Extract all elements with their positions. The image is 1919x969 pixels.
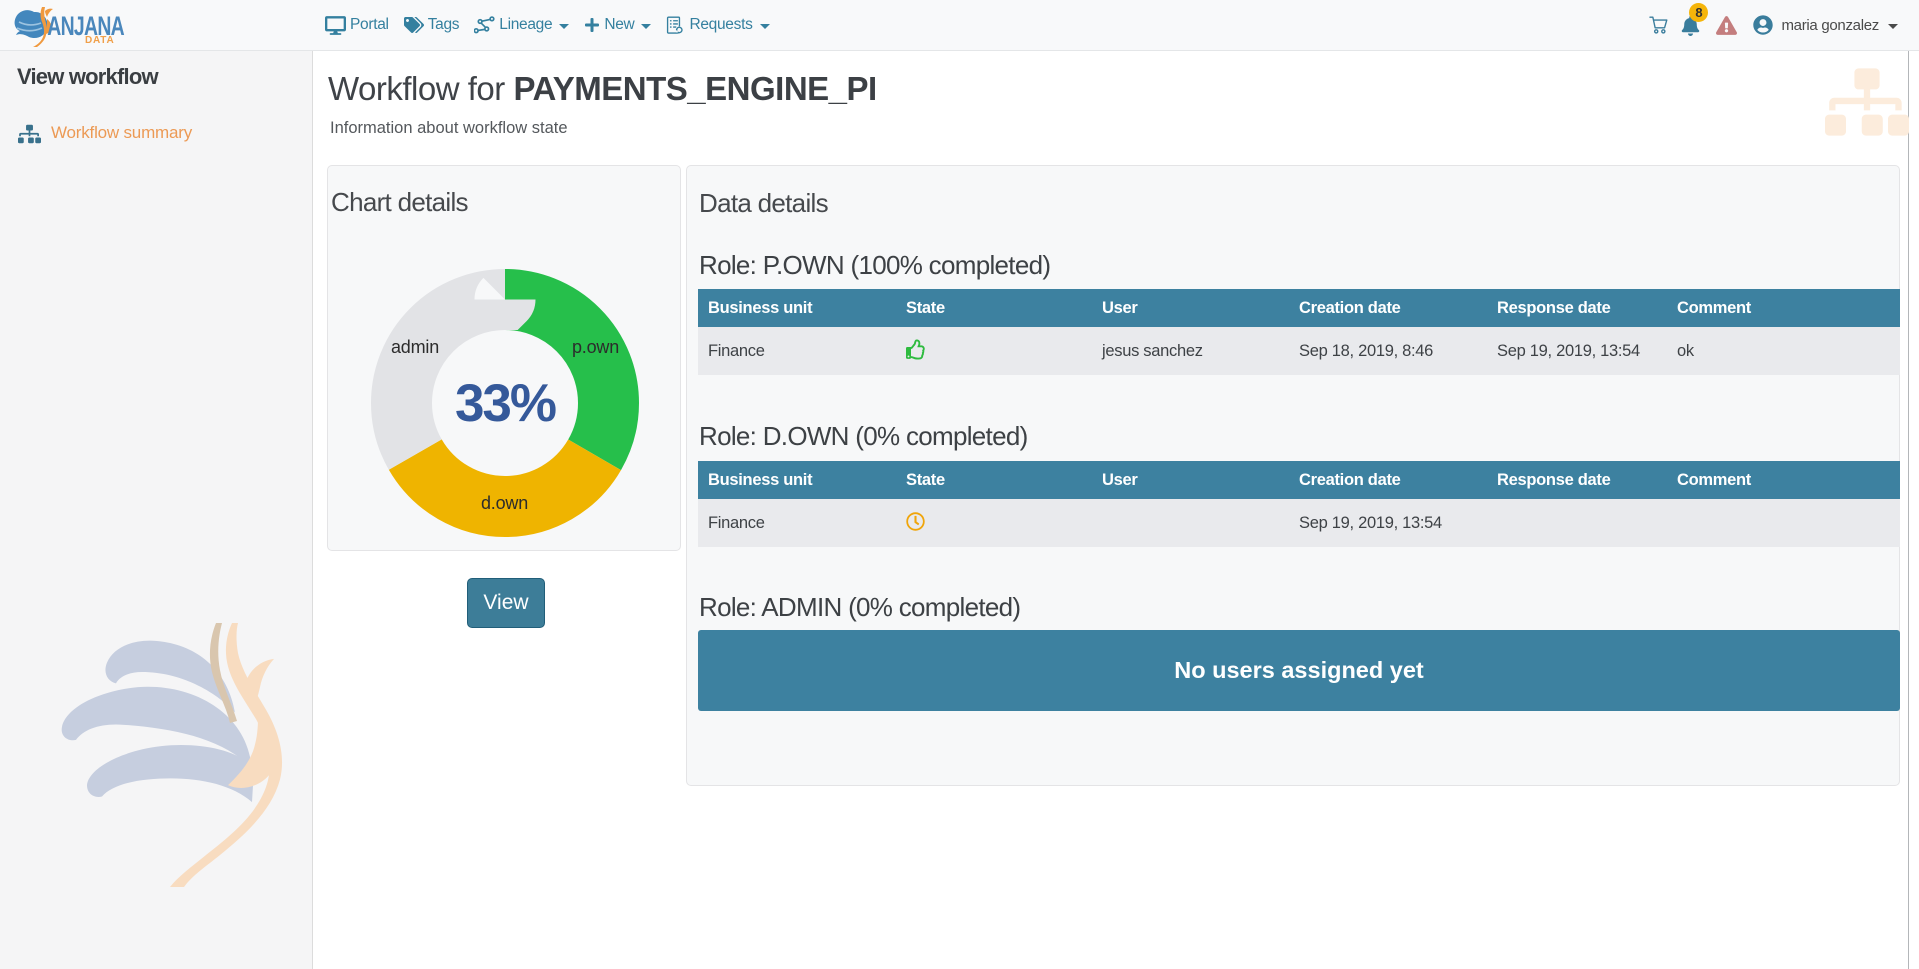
svg-text:DATA: DATA xyxy=(85,35,115,46)
